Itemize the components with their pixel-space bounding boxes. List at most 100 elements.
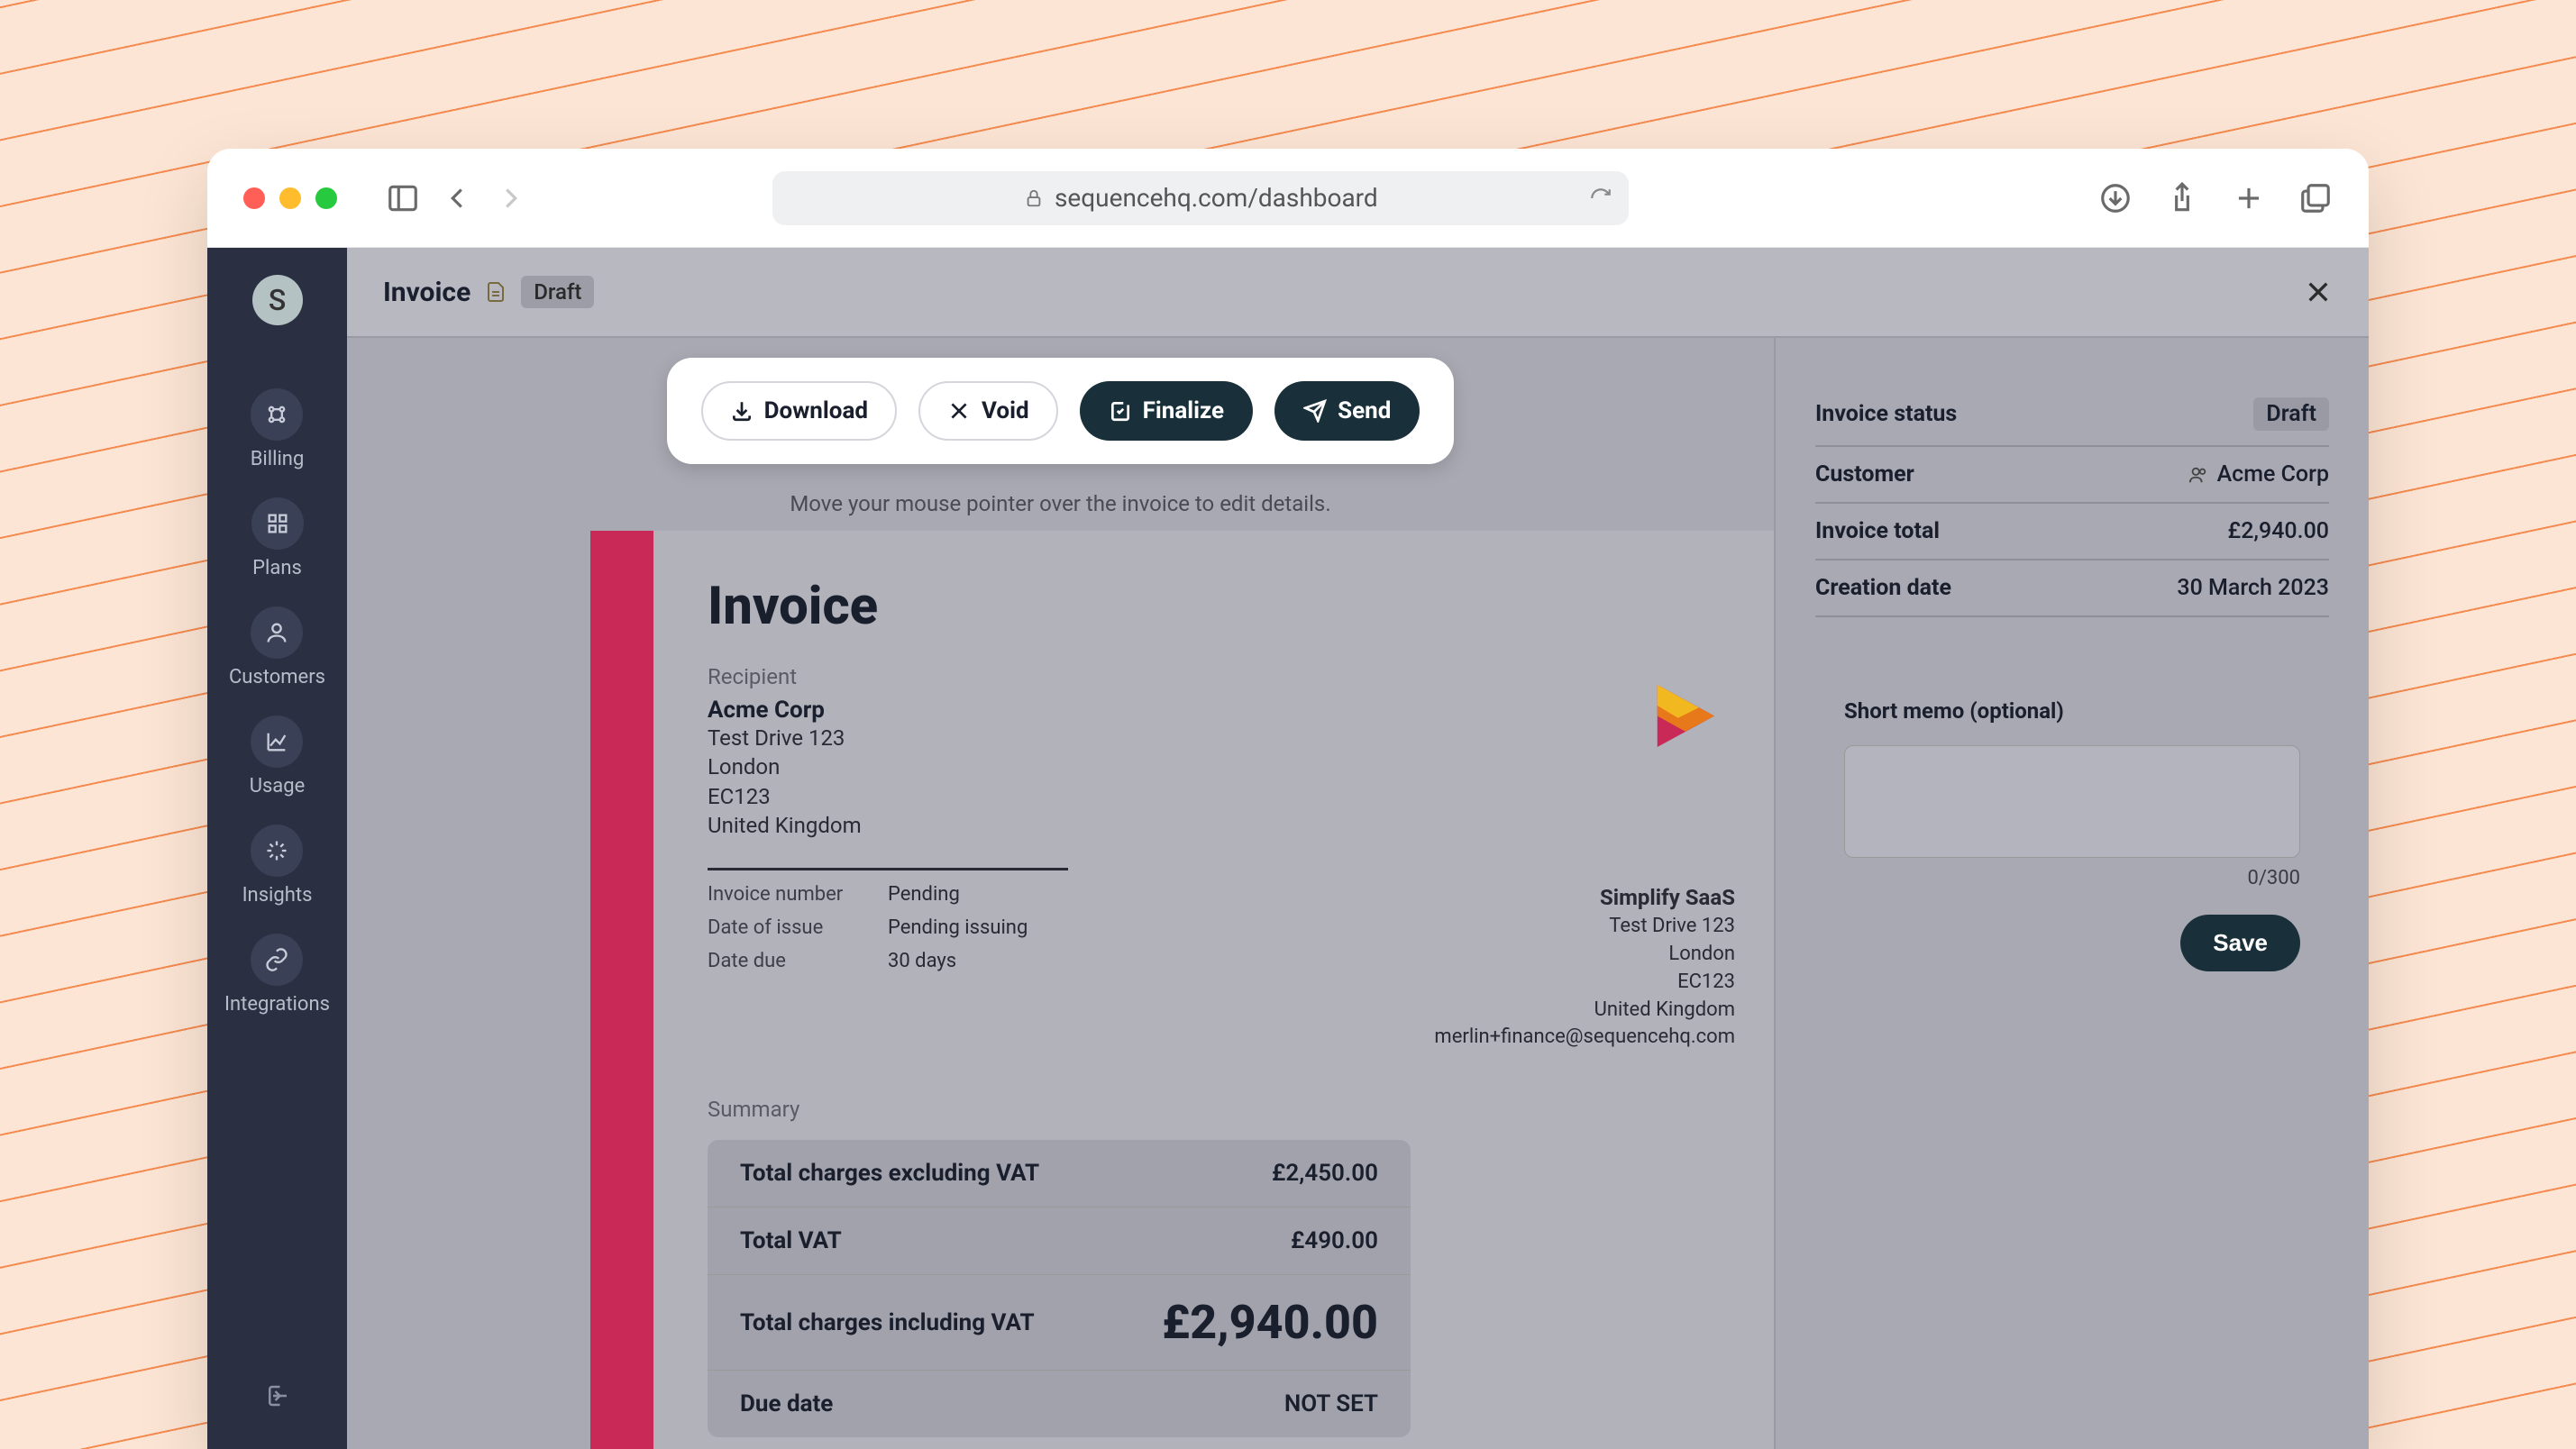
panel-total-label: Invoice total [1815, 518, 1940, 544]
document-icon [485, 279, 507, 305]
page-title: Invoice [383, 277, 470, 308]
recipient-block: Recipient Acme Corp Test Drive 123 Londo… [708, 664, 862, 841]
window-controls [243, 187, 337, 209]
panel-created-label: Creation date [1815, 575, 1951, 601]
logout-icon [264, 1382, 291, 1409]
sidebar-toggle-icon[interactable] [386, 181, 420, 215]
customers-icon [264, 620, 289, 645]
details-panel: Invoice status Draft Customer Acme Corp … [1774, 338, 2369, 1449]
invoice-heading: Invoice [708, 576, 1735, 637]
url-bar[interactable]: sequencehq.com/dashboard [772, 171, 1629, 225]
tabs-icon[interactable] [2298, 181, 2333, 215]
panel-customer-row: Customer Acme Corp [1815, 447, 2329, 504]
recipient-name: Acme Corp [708, 697, 862, 724]
minimize-window-icon[interactable] [279, 187, 301, 209]
sender-name: Simplify SaaS [1434, 883, 1735, 914]
invoice-document[interactable]: Invoice Recipient Acme Corp Test Drive 1… [590, 531, 1774, 1449]
recipient-postcode: EC123 [708, 782, 862, 811]
share-icon[interactable] [2165, 181, 2199, 215]
download-icon [730, 399, 754, 423]
refresh-icon[interactable] [1589, 187, 1612, 210]
plans-icon [265, 511, 290, 536]
sidebar-item-usage[interactable]: Usage [250, 715, 306, 797]
app-shell: S Billing Plans Customers Usage [207, 248, 2369, 1449]
chrome-actions [2098, 181, 2333, 215]
summary-duedate-value: NOT SET [1284, 1390, 1378, 1417]
usage-icon [264, 729, 289, 754]
summary-vat-value: £490.00 [1291, 1227, 1378, 1254]
new-tab-icon[interactable] [2232, 181, 2266, 215]
recipient-line1: Test Drive 123 [708, 724, 862, 752]
sender-postcode: EC123 [1434, 969, 1735, 997]
avatar-initial: S [269, 283, 286, 317]
summary-exvat-label: Total charges excluding VAT [740, 1160, 1039, 1187]
finalize-button[interactable]: Finalize [1080, 381, 1253, 441]
back-icon[interactable] [440, 181, 474, 215]
summary-incvat-value: £2,940.00 [1162, 1295, 1378, 1350]
meta-issue-label: Date of issue [708, 916, 888, 939]
panel-created-value: 30 March 2023 [2177, 575, 2329, 601]
summary-label: Summary [708, 1097, 1735, 1122]
close-window-icon[interactable] [243, 187, 265, 209]
panel-total-value: £2,940.00 [2228, 518, 2330, 544]
sidebar-item-billing[interactable]: Billing [251, 388, 305, 470]
memo-counter: 0/300 [1815, 867, 2329, 889]
sidebar: S Billing Plans Customers Usage [207, 248, 347, 1449]
browser-window: sequencehq.com/dashboard S Billing [207, 149, 2369, 1449]
meta-due-value: 30 days [888, 950, 1158, 972]
meta-number-label: Invoice number [708, 883, 888, 906]
memo-label: Short memo (optional) [1815, 698, 2329, 724]
url-text: sequencehq.com/dashboard [1055, 183, 1378, 213]
sidebar-label: Plans [252, 557, 302, 579]
finalize-icon [1109, 399, 1132, 423]
close-button[interactable] [2304, 278, 2333, 306]
void-label: Void [982, 397, 1029, 424]
browser-chrome: sequencehq.com/dashboard [207, 149, 2369, 248]
summary-box: Total charges excluding VAT £2,450.00 To… [708, 1140, 1411, 1437]
summary-exvat-value: £2,450.00 [1272, 1160, 1378, 1187]
memo-input[interactable] [1844, 745, 2300, 858]
panel-created-row: Creation date 30 March 2023 [1815, 560, 2329, 617]
actions-bar: Download Void Finalize Send [667, 358, 1455, 464]
recipient-country: United Kingdom [708, 811, 862, 840]
helper-text: Move your mouse pointer over the invoice… [790, 491, 1330, 516]
billing-icon [264, 402, 289, 427]
sidebar-label: Insights [242, 884, 313, 907]
summary-duedate-label: Due date [740, 1390, 833, 1417]
summary-incvat-label: Total charges including VAT [740, 1309, 1035, 1336]
maximize-window-icon[interactable] [315, 187, 337, 209]
avatar[interactable]: S [252, 275, 303, 325]
summary-vat-label: Total VAT [740, 1227, 842, 1254]
page-header: Invoice Draft [347, 248, 2369, 338]
company-logo-icon [1631, 664, 1735, 768]
forward-icon[interactable] [494, 181, 528, 215]
sidebar-label: Integrations [224, 993, 330, 1016]
void-button[interactable]: Void [918, 381, 1058, 441]
invoice-editor-column: Download Void Finalize Send [347, 338, 1774, 1449]
sidebar-item-insights[interactable]: Insights [242, 825, 313, 907]
main-content: Invoice Draft Download Void [347, 248, 2369, 1449]
download-button[interactable]: Download [701, 381, 897, 441]
send-label: Send [1338, 397, 1391, 424]
insights-icon [264, 838, 289, 863]
meta-due-label: Date due [708, 950, 888, 972]
recipient-label: Recipient [708, 664, 862, 689]
panel-customer-value[interactable]: Acme Corp [2217, 461, 2329, 488]
invoice-meta: Invoice number Pending Date of issue Pen… [708, 883, 1158, 972]
sender-city: London [1434, 941, 1735, 969]
meta-issue-value: Pending issuing [888, 916, 1158, 939]
customer-icon [2188, 465, 2208, 485]
send-button[interactable]: Send [1274, 381, 1420, 441]
void-icon [947, 399, 971, 423]
logout-button[interactable] [264, 1382, 291, 1413]
sidebar-item-integrations[interactable]: Integrations [224, 934, 330, 1016]
sidebar-label: Usage [250, 775, 306, 797]
download-browser-icon[interactable] [2098, 181, 2133, 215]
sidebar-item-plans[interactable]: Plans [251, 497, 304, 579]
status-badge: Draft [521, 276, 594, 308]
panel-status-value: Draft [2253, 397, 2329, 431]
sidebar-item-customers[interactable]: Customers [229, 606, 325, 688]
save-button[interactable]: Save [2180, 915, 2300, 971]
sidebar-label: Customers [229, 666, 325, 688]
panel-status-row: Invoice status Draft [1815, 383, 2329, 447]
